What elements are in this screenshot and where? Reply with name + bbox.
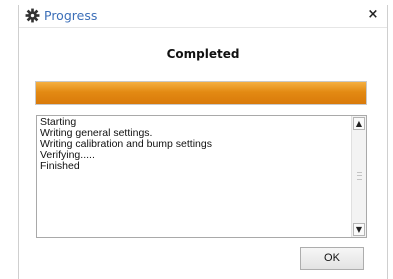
title-bar[interactable]: Progress × (19, 5, 387, 28)
scroll-grip-icon[interactable] (357, 172, 362, 180)
status-heading: Completed (166, 47, 240, 61)
close-icon[interactable]: × (363, 5, 383, 25)
log-line: Verifying..... (40, 149, 95, 161)
scroll-up-arrow-icon[interactable]: ▲ (353, 117, 365, 130)
window-title: Progress (44, 8, 98, 23)
log-textbox[interactable]: Starting Writing general settings. Writi… (36, 115, 367, 238)
ok-button[interactable]: OK (300, 247, 364, 270)
log-line: Finished (40, 160, 80, 172)
progress-dialog: Progress × Completed Starting Writing ge… (18, 5, 388, 279)
scroll-down-arrow-icon[interactable]: ▼ (353, 223, 365, 236)
progress-bar-fill (36, 82, 366, 104)
gear-icon (25, 8, 40, 23)
vertical-scrollbar[interactable]: ▲ ▼ (351, 116, 366, 237)
log-lines: Starting Writing general settings. Writi… (40, 117, 348, 172)
progress-bar (35, 81, 367, 105)
